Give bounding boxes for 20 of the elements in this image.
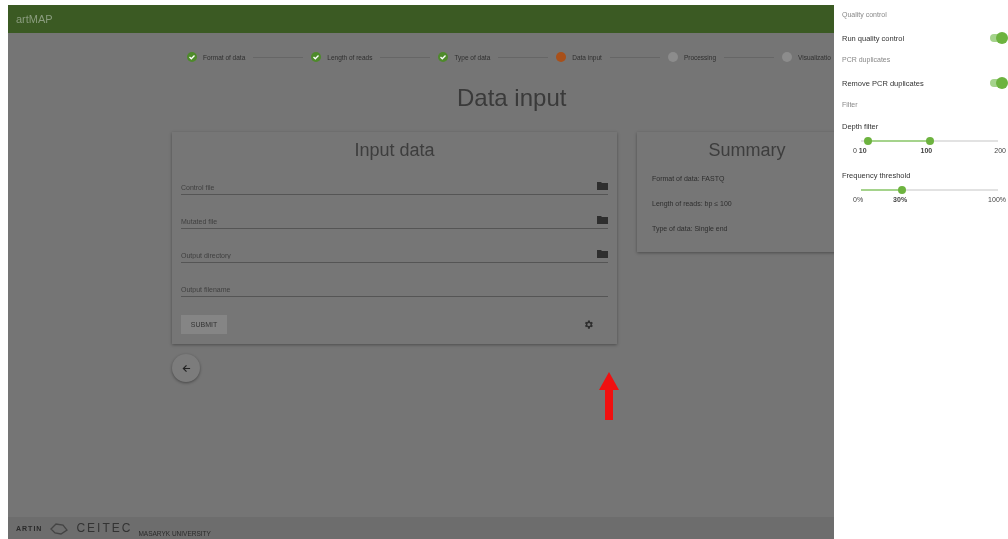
check-icon xyxy=(187,52,197,62)
check-icon xyxy=(438,52,449,62)
check-icon xyxy=(311,52,322,62)
settings-icon[interactable] xyxy=(583,319,594,330)
back-button[interactable] xyxy=(172,354,200,382)
step-dot xyxy=(556,52,567,62)
page-title: Data input xyxy=(457,84,568,112)
slider-thumb[interactable] xyxy=(925,137,934,145)
folder-icon[interactable] xyxy=(597,215,608,224)
slider-thumb[interactable] xyxy=(898,186,907,194)
folder-icon[interactable] xyxy=(597,249,608,258)
arrow-left-icon xyxy=(181,363,191,373)
card-title: Summary xyxy=(707,140,787,161)
toggle-switch[interactable] xyxy=(990,79,1006,87)
app-title: artMAP xyxy=(16,13,53,25)
card-title: Input data xyxy=(353,140,436,161)
folder-icon[interactable] xyxy=(597,181,608,190)
logo-text: CEITEC xyxy=(76,521,133,535)
slider-thumb[interactable] xyxy=(863,137,872,145)
toggle-switch[interactable] xyxy=(990,34,1006,42)
